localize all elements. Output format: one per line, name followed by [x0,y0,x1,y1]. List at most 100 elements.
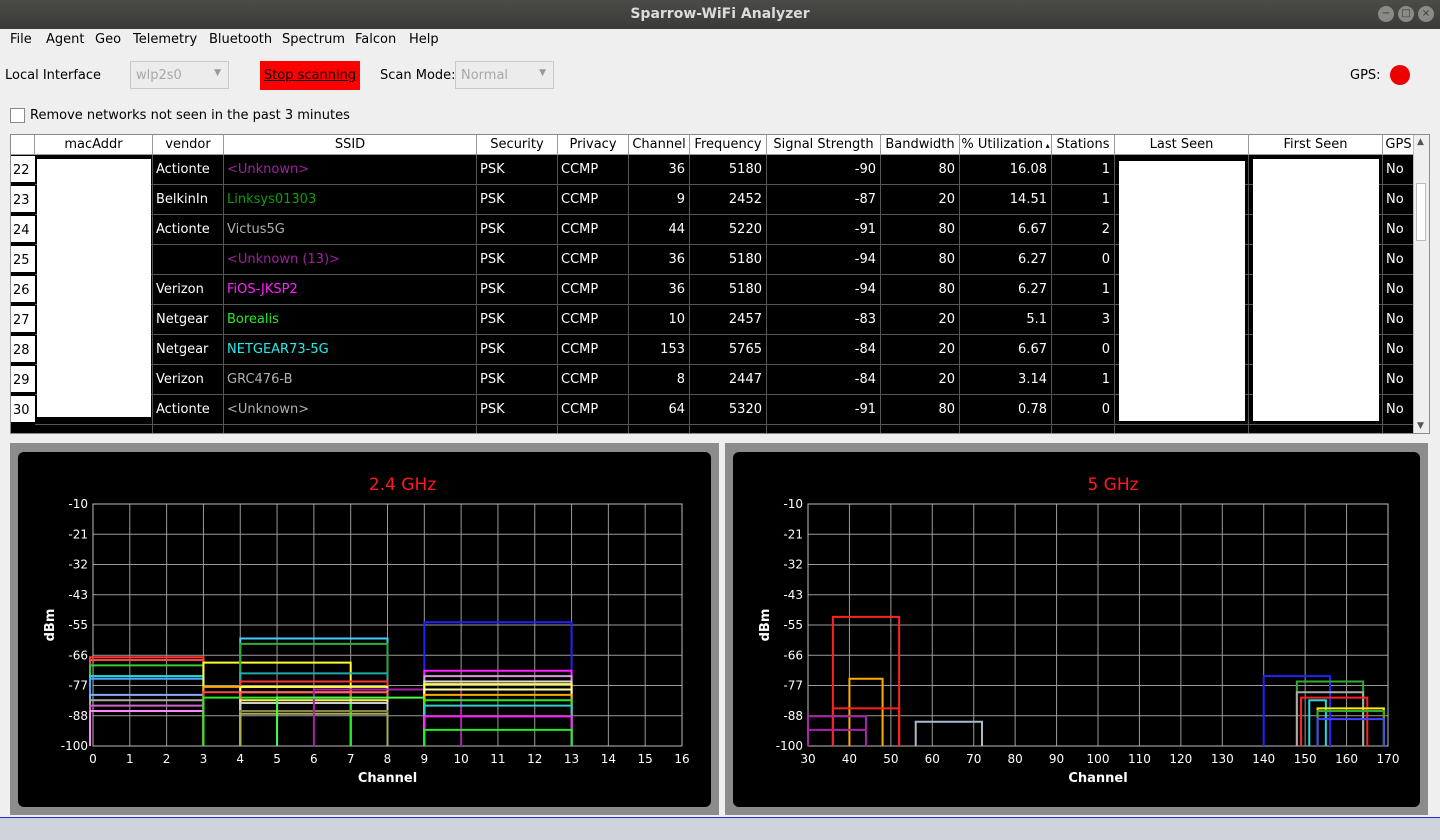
header-privacy[interactable]: Privacy [558,135,629,155]
row-number[interactable]: 29 [11,366,35,394]
cell-privacy: CCMP [561,222,599,237]
chart-5ghz: 30 40 50 60 70 80 90 100 110 120 130 140 150 160 170 -1… [758,475,1399,786]
row-number[interactable]: 24 [11,216,35,244]
cell-stations: 1 [1101,192,1110,207]
series-mark [1316,718,1385,746]
row-number[interactable]: 23 [11,186,35,214]
series-mark [89,710,205,746]
scan-mode-select[interactable]: Normal ▼ [455,61,554,89]
redacted-region [37,159,151,417]
cell-security: PSK [480,312,505,327]
cell-gps: No [1386,222,1404,237]
cell-ssid: <Unknown> [227,402,310,417]
cell-security: PSK [480,402,505,417]
minimize-icon[interactable]: − [1378,6,1394,22]
y-tick-label: -10 [68,497,88,511]
cell-bandwidth: 20 [938,312,955,327]
header-gps[interactable]: GPS [1383,135,1415,155]
scroll-down-icon[interactable]: ▼ [1417,421,1424,431]
chart-pane-5ghz: 30 40 50 60 70 80 90 100 110 120 130 140 150 160 170 -1… [725,443,1428,815]
menu-falcon[interactable]: Falcon [355,32,396,47]
x-tick-label: 160 [1335,752,1358,766]
menu-bar: File Agent Geo Telemetry Bluetooth Spect… [0,29,1440,51]
header-ssid[interactable]: SSID [224,135,477,155]
interface-select[interactable]: wlp2s0 ▼ [130,61,229,89]
header-bandwidth[interactable]: Bandwidth [881,135,960,155]
cell-frequency: 5180 [728,162,762,177]
menu-geo[interactable]: Geo [95,32,121,47]
x-tick-label: 10 [453,752,468,766]
x-tick-label: 100 [1087,752,1110,766]
cell-util: 6.67 [1018,342,1047,357]
cell-ssid: Victus5G [227,222,285,237]
y-tick-label: -43 [783,588,803,602]
cell-gps: No [1386,252,1404,267]
header-stations[interactable]: Stations [1052,135,1115,155]
cell-ssid: Linksys01303 [227,192,317,207]
cell-util: 5.1 [1026,312,1047,327]
header-signal[interactable]: Signal Strength [767,135,881,155]
maximize-icon[interactable]: □ [1398,6,1414,22]
x-tick-label: 80 [1008,752,1023,766]
x-tick-label: 40 [842,752,857,766]
x-axis-label: Channel [1068,771,1127,786]
header-vendor[interactable]: vendor [153,135,224,155]
row-number[interactable]: 26 [11,276,35,304]
cell-channel: 8 [676,372,685,387]
menu-telemetry[interactable]: Telemetry [133,32,197,47]
cell-frequency: 2457 [728,312,762,327]
menu-file[interactable]: File [10,32,32,47]
row-number[interactable]: 28 [11,336,35,364]
series-mark [1316,710,1385,746]
table-vertical-scrollbar[interactable]: ▲ ▼ [1413,135,1429,433]
header-mac[interactable]: macAddr [35,135,153,155]
row-number[interactable]: 30 [11,396,35,424]
header-last-seen[interactable]: Last Seen [1115,135,1249,155]
row-number[interactable]: 22 [11,156,35,184]
header-channel[interactable]: Channel [629,135,690,155]
scan-mode-value: Normal [461,68,509,83]
scroll-thumb[interactable] [1416,183,1426,241]
cell-stations: 0 [1101,342,1110,357]
cell-gps: No [1386,282,1404,297]
networks-table: macAddr vendor SSID Security Privacy Channel F… [10,134,1430,434]
menu-spectrum[interactable]: Spectrum [282,32,345,47]
x-tick-label: 11 [490,752,505,766]
sort-indicator-icon: ▴ [1043,141,1050,150]
remove-old-networks-checkbox[interactable] [10,108,25,123]
cell-gps: No [1386,312,1404,327]
series-mark [807,728,867,746]
stop-scanning-button[interactable]: Stop scanning [260,61,360,90]
header-frequency[interactable]: Frequency [690,135,767,155]
series-mark [1316,707,1385,746]
menu-bluetooth[interactable]: Bluetooth [209,32,272,47]
cell-vendor: Netgear [156,312,209,327]
chart-title: 2.4 GHz [369,475,436,495]
corner-header[interactable] [11,135,35,155]
header-first-seen[interactable]: First Seen [1249,135,1383,155]
x-tick-label: 70 [966,752,981,766]
header-util[interactable]: % Utilization ▴ [960,135,1052,155]
x-tick-label: 9 [420,752,428,766]
close-icon[interactable]: × [1418,6,1434,22]
row-number[interactable]: 25 [11,246,35,274]
cell-vendor: Actionte [156,402,210,417]
y-tick-label: -55 [68,618,88,632]
header-security[interactable]: Security [477,135,558,155]
x-tick-label: 8 [384,752,392,766]
menu-agent[interactable]: Agent [46,32,84,47]
cell-channel: 36 [668,162,685,177]
row-number[interactable]: 27 [11,306,35,334]
menu-help[interactable]: Help [409,32,439,47]
cell-privacy: CCMP [561,192,599,207]
x-tick-label: 1 [126,752,134,766]
x-tick-label: 15 [638,752,653,766]
chevron-down-icon: ▼ [539,68,546,78]
cell-ssid: Borealis [227,312,279,327]
cell-util: 6.27 [1018,252,1047,267]
scroll-up-icon[interactable]: ▲ [1417,137,1424,147]
cell-security: PSK [480,162,505,177]
x-tick-label: 12 [527,752,542,766]
cell-privacy: CCMP [561,342,599,357]
cell-gps: No [1386,162,1404,177]
